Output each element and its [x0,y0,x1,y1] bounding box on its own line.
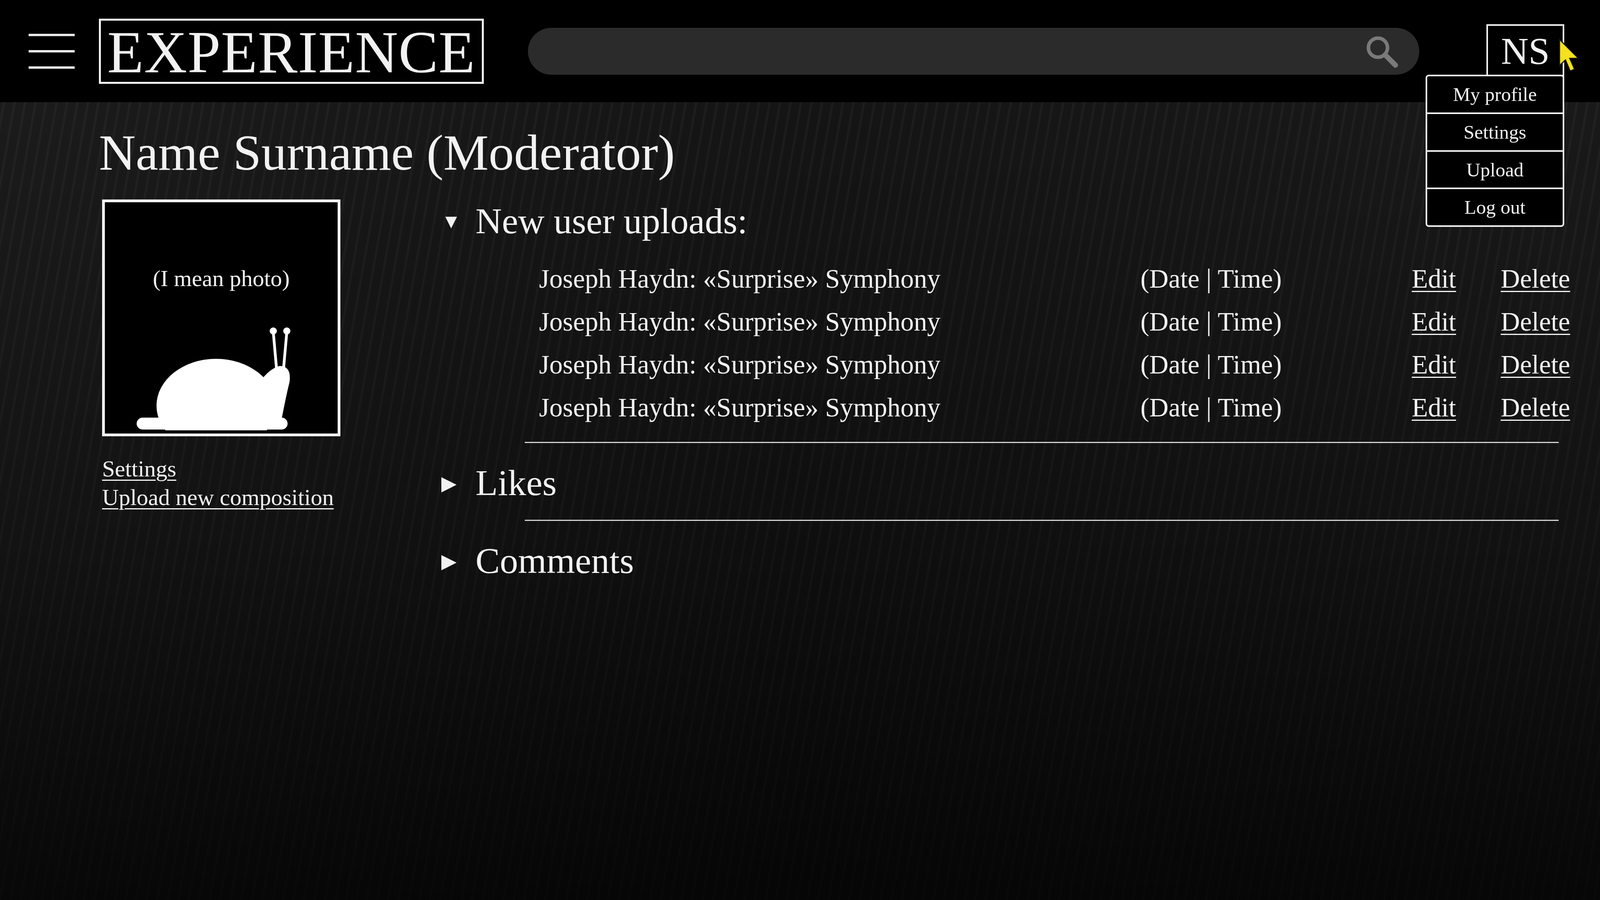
delete-link[interactable]: Delete [1500,348,1586,381]
user-dropdown: My profileSettingsUploadLog out [1425,74,1565,227]
section-label: Likes [475,461,557,505]
upload-list: Joseph Haydn: «Surprise» Symphony(Date |… [441,257,1586,429]
section-toggle[interactable]: ▶Likes [441,461,1586,505]
dropdown-item[interactable]: My profile [1427,76,1563,115]
cursor-icon [1557,37,1581,74]
edit-link[interactable]: Edit [1411,305,1501,338]
edit-link[interactable]: Edit [1411,348,1501,381]
search-icon [1363,33,1400,70]
edit-link[interactable]: Edit [1411,262,1501,295]
profile-photo: (I mean photo) [102,199,341,437]
dropdown-item[interactable]: Log out [1427,189,1563,226]
activity-section: ▶Likes [441,461,1586,521]
profile-sidebar: (I mean photo) SettingsUpload new composi… [102,199,341,583]
search-field[interactable] [527,27,1420,75]
profile-page: Name Surname (Moderator) (I mean photo) Se… [0,102,1600,583]
section-label: New user uploads: [475,200,748,243]
upload-datetime: (Date | Time) [1140,262,1412,295]
user-menu-button-wrap: NS [1486,24,1565,79]
upload-row: Joseph Haydn: «Surprise» Symphony(Date |… [539,299,1586,343]
section-toggle[interactable]: ▶Comments [441,539,1586,583]
delete-link[interactable]: Delete [1500,305,1586,338]
section-arrow[interactable]: ▶ [441,471,476,495]
section-toggle[interactable]: ▼New user uploads: [441,199,1586,244]
upload-title[interactable]: Joseph Haydn: «Surprise» Symphony [539,391,1141,424]
dropdown-item[interactable]: Upload [1427,151,1563,190]
profile-links: SettingsUpload new composition [102,454,341,512]
top-bar: EXPERIENCE NS [0,0,1600,103]
upload-row: Joseph Haydn: «Surprise» Symphony(Date |… [539,342,1586,386]
upload-datetime: (Date | Time) [1140,348,1412,381]
upload-title[interactable]: Joseph Haydn: «Surprise» Symphony [539,348,1141,381]
profile-columns: (I mean photo) SettingsUpload new composi… [98,199,1600,583]
activity-section: ▼New user uploads: Joseph Haydn: «Surpris… [441,199,1586,443]
upload-title[interactable]: Joseph Haydn: «Surprise» Symphony [539,305,1141,338]
upload-row: Joseph Haydn: «Surprise» Symphony(Date |… [539,385,1586,429]
delete-link[interactable]: Delete [1500,262,1586,295]
delete-link[interactable]: Delete [1500,391,1586,424]
profile-link[interactable]: Settings [102,454,341,484]
section-divider [524,519,1559,521]
logo[interactable]: EXPERIENCE [98,18,484,84]
upload-title[interactable]: Joseph Haydn: «Surprise» Symphony [539,262,1141,295]
activity-panel: ▼New user uploads: Joseph Haydn: «Surpris… [441,199,1586,583]
section-arrow[interactable]: ▶ [441,549,476,573]
user-avatar-button[interactable]: NS [1486,24,1565,79]
profile-link[interactable]: Upload new composition [102,483,341,512]
snail-icon [104,322,338,434]
upload-datetime: (Date | Time) [1140,305,1412,338]
upload-row: Joseph Haydn: «Surprise» Symphony(Date |… [539,257,1586,300]
section-label: Comments [475,539,634,582]
upload-datetime: (Date | Time) [1140,391,1412,424]
activity-section: ▶Comments [441,539,1586,583]
dropdown-item[interactable]: Settings [1427,114,1563,152]
section-arrow[interactable]: ▼ [441,209,476,233]
photo-caption: (I mean photo) [152,265,290,292]
section-divider [524,441,1559,443]
menu-icon[interactable] [28,33,75,69]
profile-title: Name Surname (Moderator) [98,124,1600,182]
edit-link[interactable]: Edit [1411,391,1501,424]
